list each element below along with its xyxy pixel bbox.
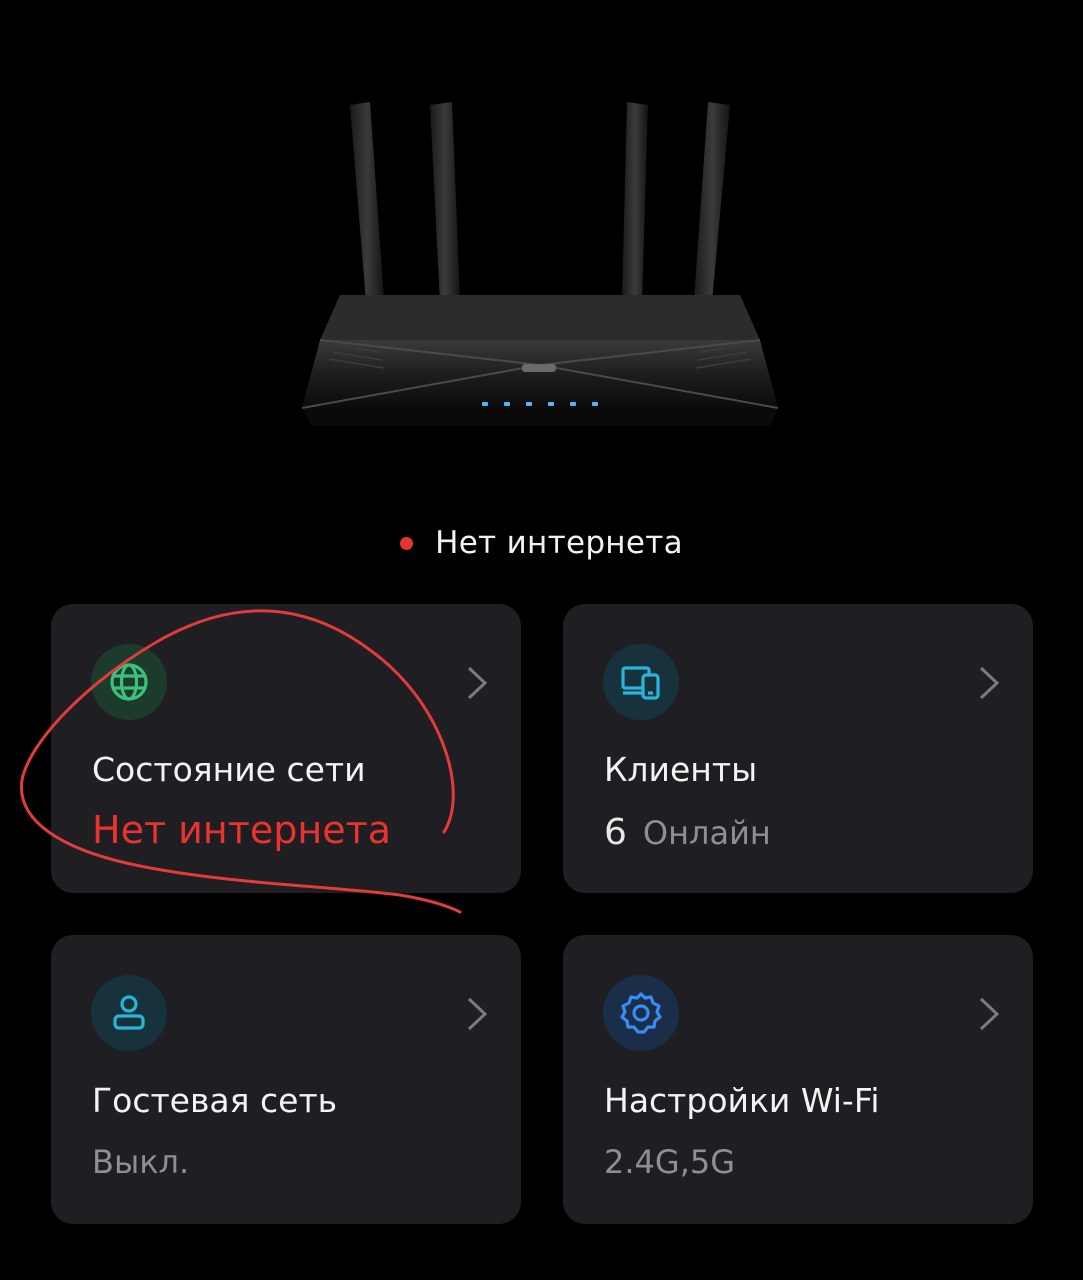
connection-status: Нет интернета	[0, 520, 1083, 566]
clients-online-label: Онлайн	[642, 814, 771, 852]
card-title: Настройки Wi-Fi	[604, 1081, 880, 1120]
card-subtitle: Нет интернета	[92, 808, 391, 852]
wifi-settings-card[interactable]: Настройки Wi-Fi 2.4G,5G	[563, 935, 1033, 1224]
clients-count: 6	[604, 812, 627, 853]
chevron-right-icon	[467, 666, 488, 700]
card-subtitle: Выкл.	[92, 1143, 190, 1181]
chevron-right-icon	[467, 997, 488, 1031]
network-status-card[interactable]: Состояние сети Нет интернета	[51, 604, 521, 893]
devices-icon	[603, 644, 679, 720]
globe-icon	[91, 644, 167, 720]
gear-icon	[603, 975, 679, 1051]
card-title: Состояние сети	[92, 750, 366, 789]
status-text: Нет интернета	[435, 525, 683, 561]
card-subtitle: 6 Онлайн	[604, 812, 771, 853]
card-title: Клиенты	[604, 750, 758, 789]
guest-network-card[interactable]: Гостевая сеть Выкл.	[51, 935, 521, 1224]
person-icon	[91, 975, 167, 1051]
chevron-right-icon	[979, 997, 1000, 1031]
card-subtitle: 2.4G,5G	[604, 1143, 736, 1181]
clients-card[interactable]: Клиенты 6 Онлайн	[563, 604, 1033, 893]
card-title: Гостевая сеть	[92, 1081, 338, 1120]
chevron-right-icon	[979, 666, 1000, 700]
router-image	[301, 102, 779, 426]
status-dot	[400, 536, 414, 550]
